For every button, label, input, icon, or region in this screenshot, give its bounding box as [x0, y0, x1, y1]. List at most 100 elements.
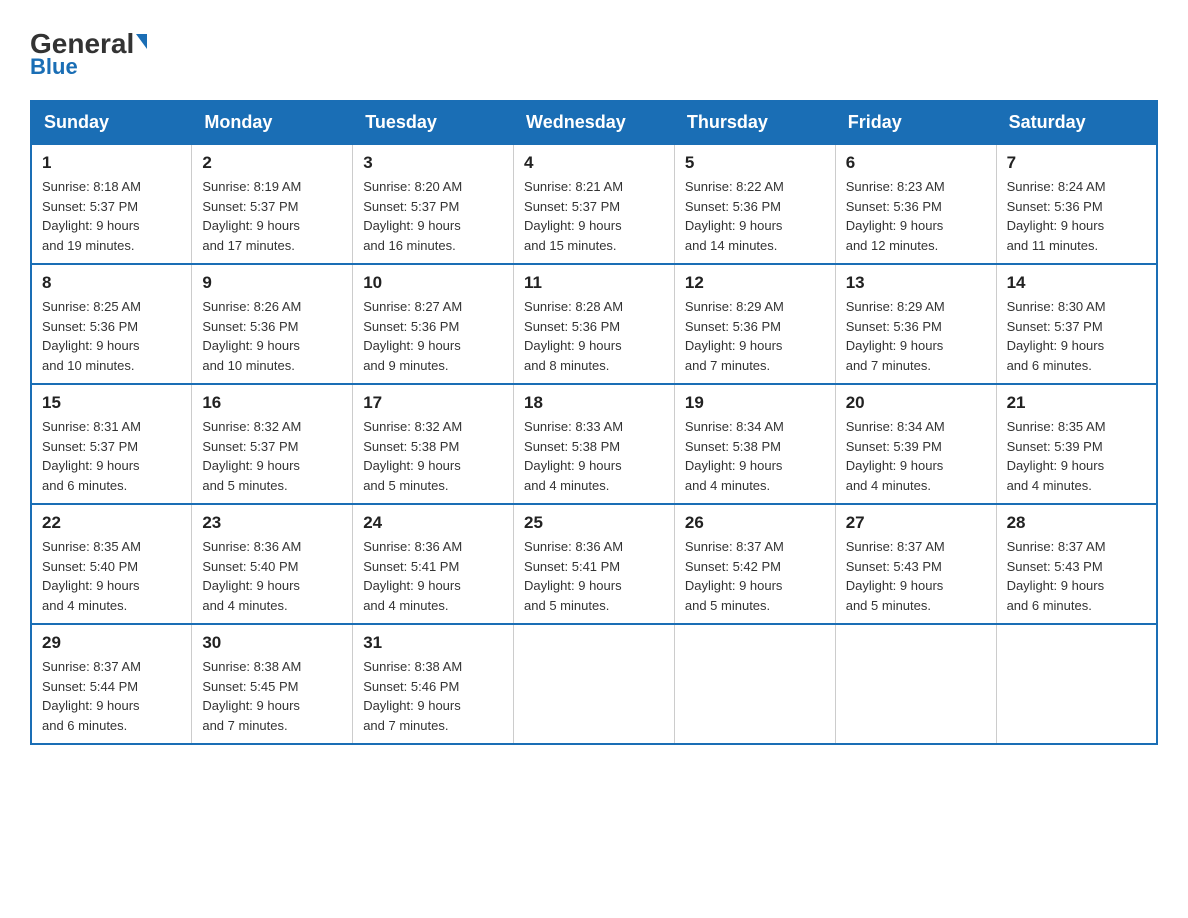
day-number: 3 [363, 153, 503, 173]
day-info: Sunrise: 8:25 AMSunset: 5:36 PMDaylight:… [42, 297, 181, 375]
day-info: Sunrise: 8:37 AMSunset: 5:44 PMDaylight:… [42, 657, 181, 735]
calendar-week-row: 29 Sunrise: 8:37 AMSunset: 5:44 PMDaylig… [31, 624, 1157, 744]
day-number: 18 [524, 393, 664, 413]
day-number: 30 [202, 633, 342, 653]
calendar-cell: 30 Sunrise: 8:38 AMSunset: 5:45 PMDaylig… [192, 624, 353, 744]
calendar-cell [674, 624, 835, 744]
logo-blue-label: Blue [30, 54, 78, 80]
calendar-cell: 9 Sunrise: 8:26 AMSunset: 5:36 PMDayligh… [192, 264, 353, 384]
day-number: 29 [42, 633, 181, 653]
day-number: 6 [846, 153, 986, 173]
day-info: Sunrise: 8:36 AMSunset: 5:40 PMDaylight:… [202, 537, 342, 615]
calendar-cell: 20 Sunrise: 8:34 AMSunset: 5:39 PMDaylig… [835, 384, 996, 504]
day-info: Sunrise: 8:36 AMSunset: 5:41 PMDaylight:… [363, 537, 503, 615]
logo: General Blue [30, 30, 147, 80]
day-info: Sunrise: 8:33 AMSunset: 5:38 PMDaylight:… [524, 417, 664, 495]
calendar-cell: 15 Sunrise: 8:31 AMSunset: 5:37 PMDaylig… [31, 384, 192, 504]
day-info: Sunrise: 8:29 AMSunset: 5:36 PMDaylight:… [685, 297, 825, 375]
day-number: 14 [1007, 273, 1146, 293]
calendar-cell [514, 624, 675, 744]
day-number: 20 [846, 393, 986, 413]
day-number: 4 [524, 153, 664, 173]
day-info: Sunrise: 8:34 AMSunset: 5:38 PMDaylight:… [685, 417, 825, 495]
calendar-cell: 13 Sunrise: 8:29 AMSunset: 5:36 PMDaylig… [835, 264, 996, 384]
calendar-cell: 19 Sunrise: 8:34 AMSunset: 5:38 PMDaylig… [674, 384, 835, 504]
day-info: Sunrise: 8:38 AMSunset: 5:45 PMDaylight:… [202, 657, 342, 735]
day-info: Sunrise: 8:28 AMSunset: 5:36 PMDaylight:… [524, 297, 664, 375]
calendar-cell: 5 Sunrise: 8:22 AMSunset: 5:36 PMDayligh… [674, 144, 835, 264]
day-number: 16 [202, 393, 342, 413]
calendar-cell: 8 Sunrise: 8:25 AMSunset: 5:36 PMDayligh… [31, 264, 192, 384]
day-number: 17 [363, 393, 503, 413]
day-info: Sunrise: 8:21 AMSunset: 5:37 PMDaylight:… [524, 177, 664, 255]
col-header-tuesday: Tuesday [353, 101, 514, 144]
day-info: Sunrise: 8:36 AMSunset: 5:41 PMDaylight:… [524, 537, 664, 615]
col-header-sunday: Sunday [31, 101, 192, 144]
day-number: 11 [524, 273, 664, 293]
day-info: Sunrise: 8:38 AMSunset: 5:46 PMDaylight:… [363, 657, 503, 735]
day-number: 13 [846, 273, 986, 293]
day-number: 24 [363, 513, 503, 533]
day-number: 21 [1007, 393, 1146, 413]
day-number: 22 [42, 513, 181, 533]
day-number: 8 [42, 273, 181, 293]
calendar-cell: 6 Sunrise: 8:23 AMSunset: 5:36 PMDayligh… [835, 144, 996, 264]
day-info: Sunrise: 8:37 AMSunset: 5:43 PMDaylight:… [1007, 537, 1146, 615]
calendar-cell: 1 Sunrise: 8:18 AMSunset: 5:37 PMDayligh… [31, 144, 192, 264]
day-number: 28 [1007, 513, 1146, 533]
calendar-cell: 25 Sunrise: 8:36 AMSunset: 5:41 PMDaylig… [514, 504, 675, 624]
day-number: 31 [363, 633, 503, 653]
day-info: Sunrise: 8:37 AMSunset: 5:42 PMDaylight:… [685, 537, 825, 615]
day-number: 23 [202, 513, 342, 533]
calendar-cell [835, 624, 996, 744]
calendar-cell: 10 Sunrise: 8:27 AMSunset: 5:36 PMDaylig… [353, 264, 514, 384]
calendar-cell: 16 Sunrise: 8:32 AMSunset: 5:37 PMDaylig… [192, 384, 353, 504]
day-info: Sunrise: 8:18 AMSunset: 5:37 PMDaylight:… [42, 177, 181, 255]
calendar-cell: 14 Sunrise: 8:30 AMSunset: 5:37 PMDaylig… [996, 264, 1157, 384]
calendar-cell: 24 Sunrise: 8:36 AMSunset: 5:41 PMDaylig… [353, 504, 514, 624]
col-header-wednesday: Wednesday [514, 101, 675, 144]
calendar-cell: 17 Sunrise: 8:32 AMSunset: 5:38 PMDaylig… [353, 384, 514, 504]
calendar-cell: 29 Sunrise: 8:37 AMSunset: 5:44 PMDaylig… [31, 624, 192, 744]
day-number: 10 [363, 273, 503, 293]
day-info: Sunrise: 8:32 AMSunset: 5:38 PMDaylight:… [363, 417, 503, 495]
calendar-table: SundayMondayTuesdayWednesdayThursdayFrid… [30, 100, 1158, 745]
calendar-cell: 28 Sunrise: 8:37 AMSunset: 5:43 PMDaylig… [996, 504, 1157, 624]
calendar-week-row: 15 Sunrise: 8:31 AMSunset: 5:37 PMDaylig… [31, 384, 1157, 504]
day-info: Sunrise: 8:26 AMSunset: 5:36 PMDaylight:… [202, 297, 342, 375]
calendar-cell: 4 Sunrise: 8:21 AMSunset: 5:37 PMDayligh… [514, 144, 675, 264]
day-number: 19 [685, 393, 825, 413]
day-number: 7 [1007, 153, 1146, 173]
day-number: 9 [202, 273, 342, 293]
day-info: Sunrise: 8:30 AMSunset: 5:37 PMDaylight:… [1007, 297, 1146, 375]
day-info: Sunrise: 8:29 AMSunset: 5:36 PMDaylight:… [846, 297, 986, 375]
day-info: Sunrise: 8:37 AMSunset: 5:43 PMDaylight:… [846, 537, 986, 615]
calendar-week-row: 1 Sunrise: 8:18 AMSunset: 5:37 PMDayligh… [31, 144, 1157, 264]
day-number: 1 [42, 153, 181, 173]
day-info: Sunrise: 8:24 AMSunset: 5:36 PMDaylight:… [1007, 177, 1146, 255]
day-number: 25 [524, 513, 664, 533]
calendar-cell: 12 Sunrise: 8:29 AMSunset: 5:36 PMDaylig… [674, 264, 835, 384]
day-info: Sunrise: 8:20 AMSunset: 5:37 PMDaylight:… [363, 177, 503, 255]
calendar-cell: 27 Sunrise: 8:37 AMSunset: 5:43 PMDaylig… [835, 504, 996, 624]
page-header: General Blue [30, 30, 1158, 80]
day-info: Sunrise: 8:35 AMSunset: 5:40 PMDaylight:… [42, 537, 181, 615]
calendar-cell: 26 Sunrise: 8:37 AMSunset: 5:42 PMDaylig… [674, 504, 835, 624]
col-header-monday: Monday [192, 101, 353, 144]
day-info: Sunrise: 8:22 AMSunset: 5:36 PMDaylight:… [685, 177, 825, 255]
col-header-friday: Friday [835, 101, 996, 144]
calendar-cell: 7 Sunrise: 8:24 AMSunset: 5:36 PMDayligh… [996, 144, 1157, 264]
calendar-cell: 11 Sunrise: 8:28 AMSunset: 5:36 PMDaylig… [514, 264, 675, 384]
day-info: Sunrise: 8:31 AMSunset: 5:37 PMDaylight:… [42, 417, 181, 495]
day-info: Sunrise: 8:27 AMSunset: 5:36 PMDaylight:… [363, 297, 503, 375]
day-number: 27 [846, 513, 986, 533]
calendar-cell: 31 Sunrise: 8:38 AMSunset: 5:46 PMDaylig… [353, 624, 514, 744]
day-number: 5 [685, 153, 825, 173]
day-info: Sunrise: 8:34 AMSunset: 5:39 PMDaylight:… [846, 417, 986, 495]
col-header-saturday: Saturday [996, 101, 1157, 144]
calendar-week-row: 8 Sunrise: 8:25 AMSunset: 5:36 PMDayligh… [31, 264, 1157, 384]
day-info: Sunrise: 8:19 AMSunset: 5:37 PMDaylight:… [202, 177, 342, 255]
day-number: 2 [202, 153, 342, 173]
day-info: Sunrise: 8:32 AMSunset: 5:37 PMDaylight:… [202, 417, 342, 495]
calendar-cell: 21 Sunrise: 8:35 AMSunset: 5:39 PMDaylig… [996, 384, 1157, 504]
